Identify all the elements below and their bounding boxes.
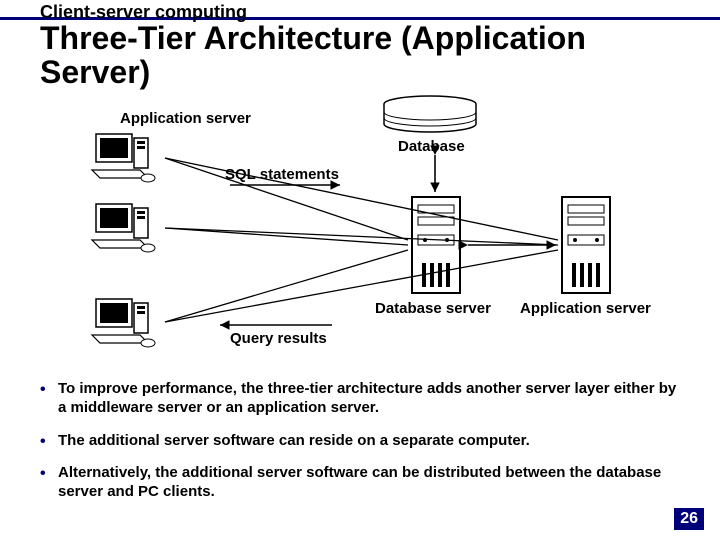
architecture-diagram: Application server Database SQL statemen… — [40, 100, 680, 370]
bullet-item: Alternatively, the additional server sof… — [40, 464, 680, 502]
bullet-item: To improve performance, the three-tier a… — [40, 380, 680, 418]
bullet-item: The additional server software can resid… — [40, 432, 680, 451]
page-number-badge: 26 — [674, 508, 704, 530]
page-title: Three-Tier Architecture (Application Ser… — [40, 22, 700, 89]
connection-arrows — [40, 100, 680, 370]
bullet-list: To improve performance, the three-tier a… — [40, 380, 680, 516]
